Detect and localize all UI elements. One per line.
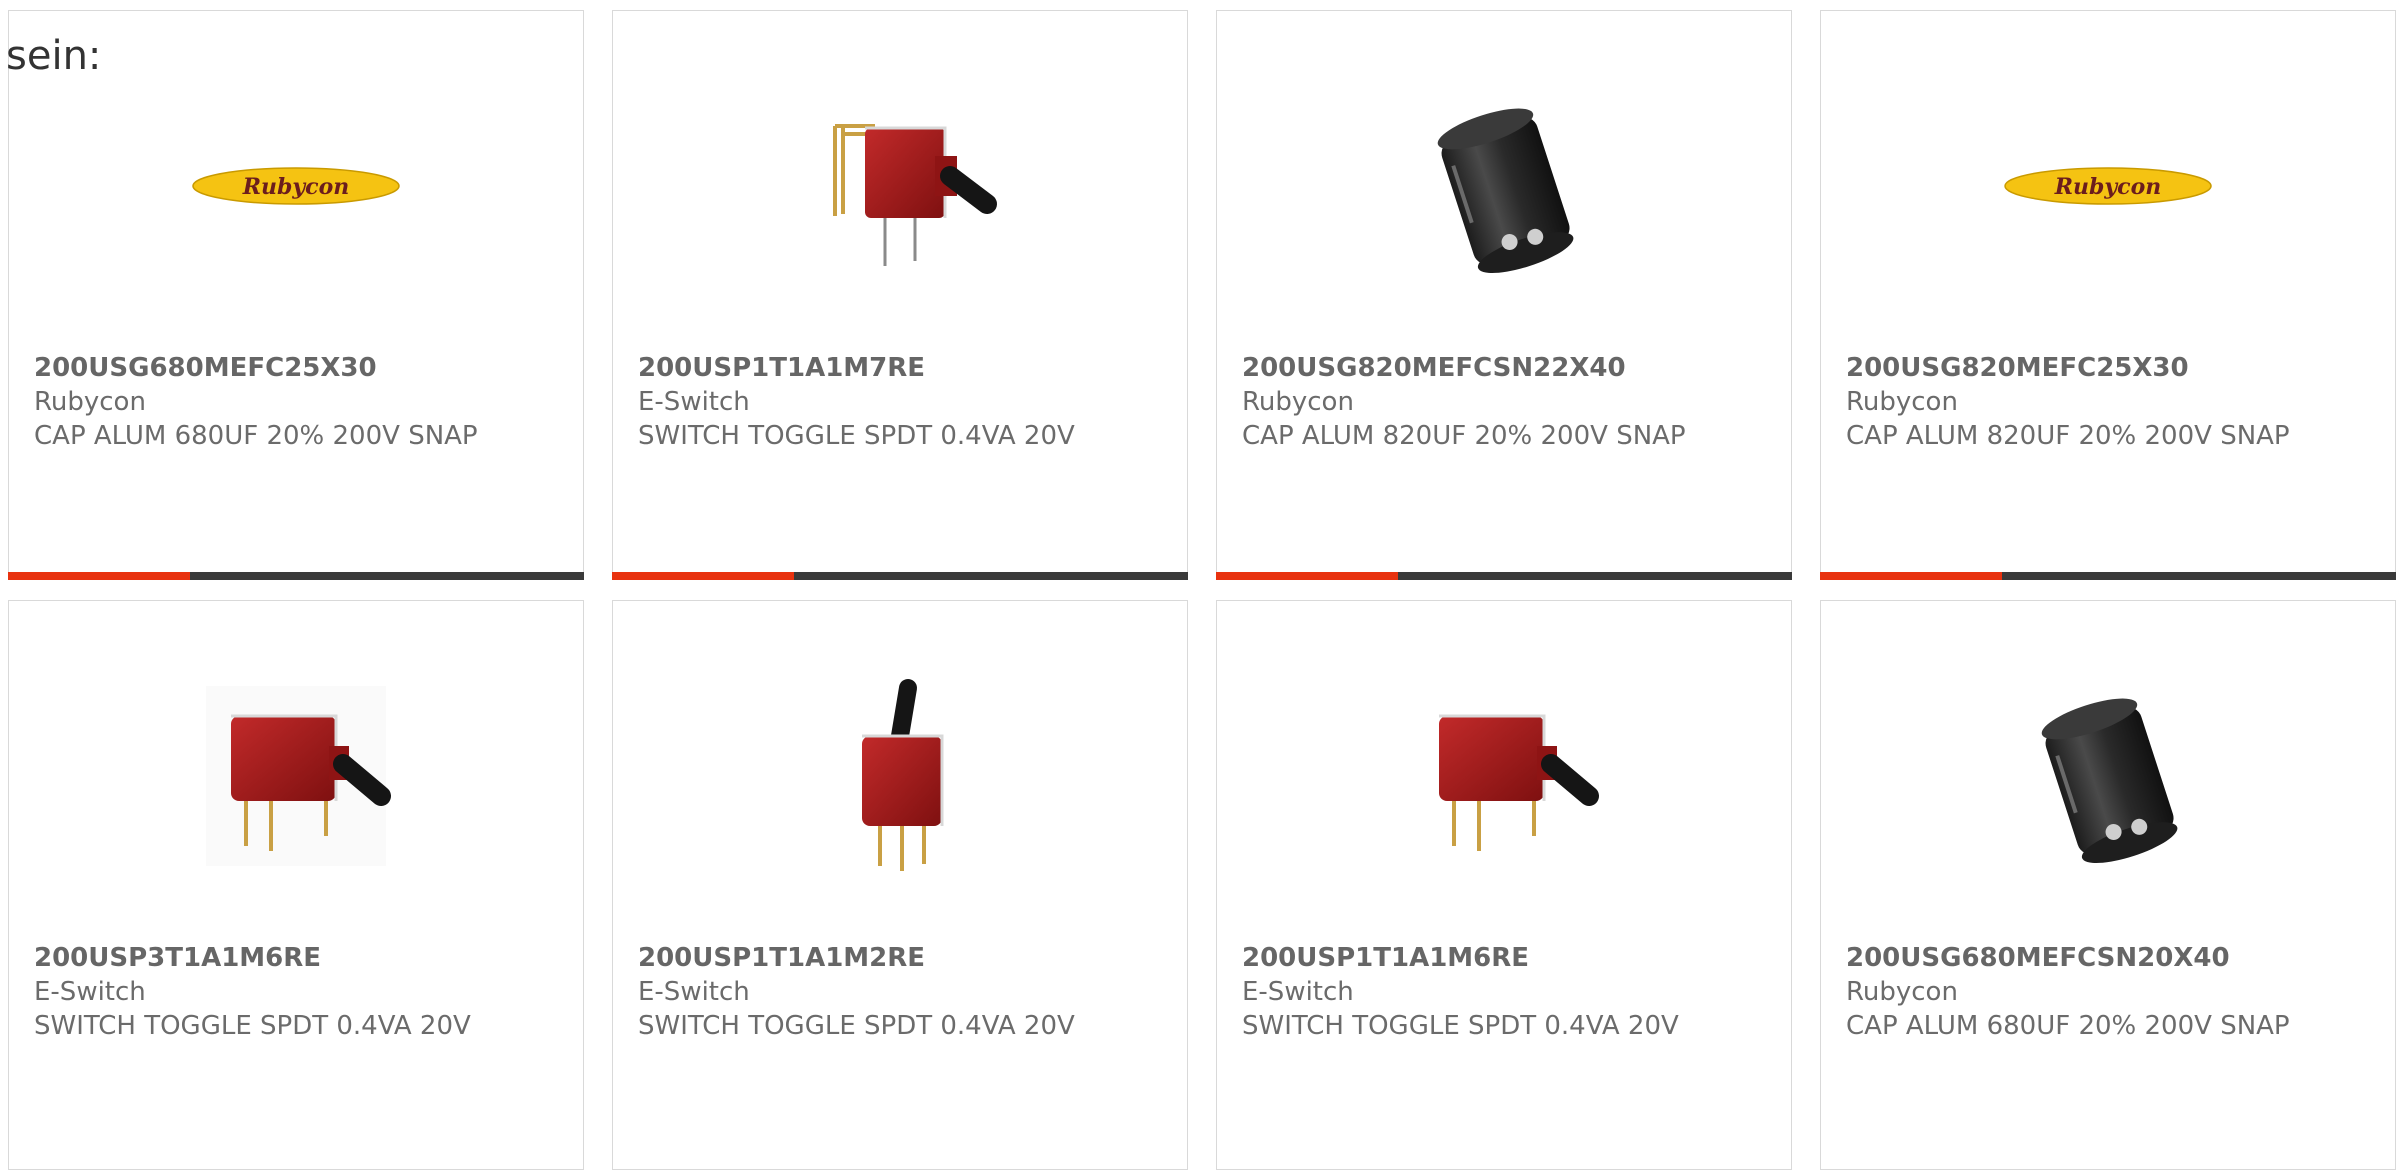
toggle-switch-icon: [862, 679, 944, 871]
description: SWITCH TOGGLE SPDT 0.4VA 20V: [34, 1011, 471, 1041]
part-number[interactable]: 200USP1T1A1M6RE: [1242, 941, 1722, 975]
product-card[interactable]: 200USP3T1A1M6RE E-Switch SWITCH TOGGLE S…: [8, 600, 584, 1170]
product-card[interactable]: 200USG680MEFCSN20X40 Rubycon CAP ALUM 68…: [1820, 600, 2396, 1170]
product-image: Rubycon: [1821, 71, 2395, 301]
card-footer-bar: [1820, 572, 2396, 580]
description: CAP ALUM 820UF 20% 200V SNAP: [1242, 421, 1686, 451]
product-image: [1217, 71, 1791, 301]
manufacturer: E-Switch: [638, 977, 750, 1007]
part-number[interactable]: 200USP1T1A1M7RE: [638, 351, 1118, 385]
toggle-switch-icon: [206, 686, 391, 866]
product-card[interactable]: 200USP1T1A1M2RE E-Switch SWITCH TOGGLE S…: [612, 600, 1188, 1170]
manufacturer: E-Switch: [638, 387, 750, 417]
electrolytic-capacitor-icon: [2041, 698, 2178, 863]
product-image: [9, 661, 583, 891]
description: CAP ALUM 680UF 20% 200V SNAP: [1846, 1011, 2290, 1041]
manufacturer: Rubycon: [1846, 977, 1958, 1007]
description: SWITCH TOGGLE SPDT 0.4VA 20V: [1242, 1011, 1679, 1041]
product-card[interactable]: 200USG820MEFCSN22X40 Rubycon CAP ALUM 82…: [1216, 10, 1792, 580]
product-card[interactable]: 200USP1T1A1M6RE E-Switch SWITCH TOGGLE S…: [1216, 600, 1792, 1170]
product-image: [613, 661, 1187, 891]
part-number[interactable]: 200USP3T1A1M6RE: [34, 941, 514, 975]
description: CAP ALUM 820UF 20% 200V SNAP: [1846, 421, 2290, 451]
manufacturer: Rubycon: [1242, 387, 1354, 417]
toggle-switch-icon: [833, 124, 997, 266]
toggle-switch-icon: [1439, 714, 1599, 851]
card-footer-bar: [8, 572, 584, 580]
description: CAP ALUM 680UF 20% 200V SNAP: [34, 421, 478, 451]
svg-text:Rubycon: Rubycon: [2054, 174, 2162, 200]
part-number[interactable]: 200USG680MEFC25X30: [34, 351, 514, 385]
rubycon-logo-icon: Rubycon: [192, 167, 400, 205]
product-image: [1217, 661, 1791, 891]
product-card[interactable]: Rubycon 200USG820MEFC25X30 Rubycon CAP A…: [1820, 10, 2396, 580]
part-number[interactable]: 200USG820MEFC25X30: [1846, 351, 2326, 385]
description: SWITCH TOGGLE SPDT 0.4VA 20V: [638, 1011, 1075, 1041]
product-card[interactable]: Rubycon 200USG680MEFC25X30 Rubycon CAP A…: [8, 10, 584, 580]
part-number[interactable]: 200USG820MEFCSN22X40: [1242, 351, 1722, 385]
card-footer-bar: [1216, 572, 1792, 580]
manufacturer: E-Switch: [34, 977, 146, 1007]
description: SWITCH TOGGLE SPDT 0.4VA 20V: [638, 421, 1075, 451]
product-image: [1821, 661, 2395, 891]
part-number[interactable]: 200USG680MEFCSN20X40: [1846, 941, 2326, 975]
card-footer-bar: [612, 572, 1188, 580]
svg-text:Rubycon: Rubycon: [242, 174, 350, 200]
part-number[interactable]: 200USP1T1A1M2RE: [638, 941, 1118, 975]
manufacturer: E-Switch: [1242, 977, 1354, 1007]
manufacturer: Rubycon: [1846, 387, 1958, 417]
electrolytic-capacitor-icon: [1437, 108, 1574, 273]
product-image: [613, 71, 1187, 301]
product-image: Rubycon: [9, 71, 583, 301]
product-card[interactable]: 200USP1T1A1M7RE E-Switch SWITCH TOGGLE S…: [612, 10, 1188, 580]
manufacturer: Rubycon: [34, 387, 146, 417]
intro-text: sein:: [6, 33, 102, 79]
rubycon-logo-icon: Rubycon: [2004, 167, 2212, 205]
